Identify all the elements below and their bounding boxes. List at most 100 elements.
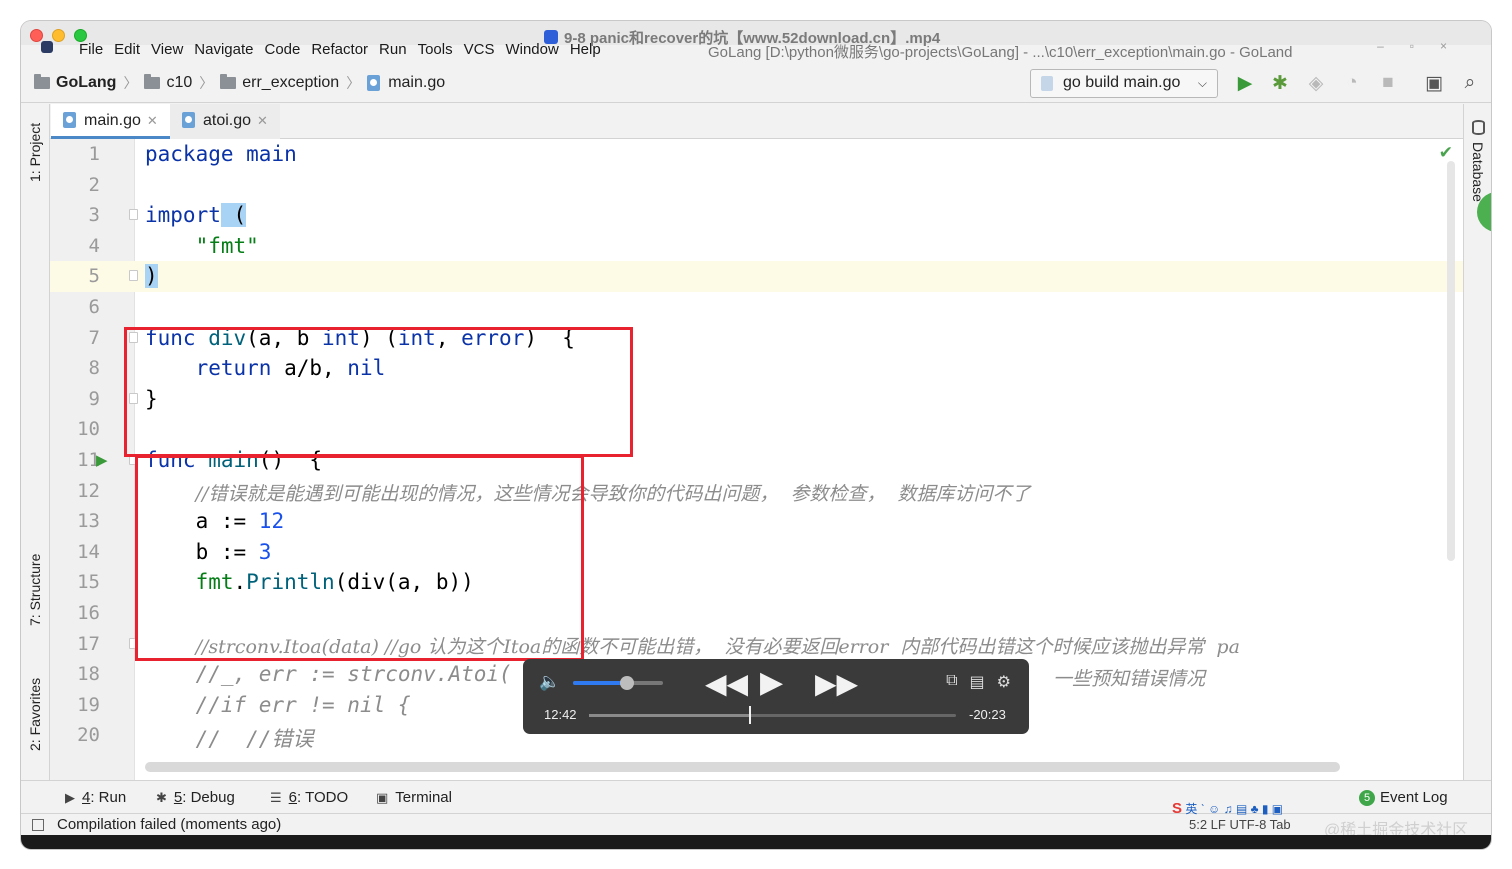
tool-tab-database[interactable]: Database — [1470, 142, 1486, 202]
tool-tab-terminal[interactable]: ▣ Terminal — [376, 789, 452, 806]
menu-navigate[interactable]: Navigate — [193, 41, 254, 58]
seek-bar[interactable] — [589, 706, 956, 724]
menu-file[interactable]: File — [78, 41, 104, 58]
debug-bug-icon: ✱ — [156, 789, 167, 805]
menu-edit[interactable]: Edit — [113, 41, 141, 58]
playlist-icon[interactable]: ▤ — [970, 672, 985, 692]
annotation-box-div-func — [124, 327, 633, 457]
code-text: main — [233, 142, 297, 166]
profile-icon[interactable]: ◔ — [1341, 72, 1363, 94]
rewind-icon[interactable]: ◀◀ — [705, 667, 748, 700]
code-comment: //if err != nil { — [195, 692, 411, 717]
status-message: Compilation failed (moments ago) — [57, 816, 282, 833]
folder-icon — [144, 74, 161, 89]
breadcrumb-project[interactable]: GoLang — [56, 74, 116, 92]
vertical-scrollbar[interactable] — [1447, 161, 1455, 561]
play-icon[interactable]: ▶ — [760, 665, 783, 700]
line-number: 1 — [88, 143, 100, 165]
annotation-box-main-func — [135, 455, 584, 661]
code-keyword: package — [145, 142, 234, 166]
code-string: "fmt" — [195, 233, 259, 258]
volume-icon[interactable]: 🔈 — [539, 672, 560, 692]
video-file-icon — [544, 30, 558, 44]
tool-tab-project[interactable]: 1: Project — [27, 123, 43, 182]
terminal-icon: ▣ — [376, 789, 389, 805]
code-comment: 一些预知错误情况 — [1053, 668, 1206, 691]
breadcrumb-folder-c10[interactable]: c10 — [166, 74, 192, 92]
tool-tab-project-label: 1: Project — [27, 122, 43, 182]
search-icon[interactable]: ⌕ — [1459, 72, 1481, 94]
code-line: 4 "fmt" — [50, 231, 1463, 262]
event-count-badge: 5 — [1359, 789, 1375, 806]
video-title: 9-8 panic和recover的坑【www.52download.cn】.m… — [544, 27, 940, 48]
tool-tab-todo[interactable]: ☰ 6: TODO — [270, 789, 348, 806]
run-icon: ▶ — [65, 789, 75, 805]
toggle-tool-windows-icon[interactable] — [32, 819, 44, 831]
menu-tools[interactable]: Tools — [417, 41, 454, 58]
volume-knob[interactable] — [620, 676, 634, 690]
run-icon[interactable]: ▶ — [1234, 72, 1256, 94]
breadcrumb-folder-err-exception[interactable]: err_exception — [242, 74, 339, 92]
database-icon — [1472, 120, 1485, 135]
line-number: 6 — [88, 296, 100, 318]
seek-handle[interactable] — [749, 706, 752, 724]
menu-view[interactable]: View — [150, 41, 184, 58]
line-number: 13 — [77, 510, 100, 533]
video-bottom-edge — [21, 835, 1491, 849]
fast-forward-icon[interactable]: ▶▶ — [815, 667, 858, 700]
run-configuration-select[interactable]: go build main.go ⌵ — [1030, 69, 1218, 98]
close-icon[interactable]: ✕ — [147, 113, 158, 129]
horizontal-scrollbar[interactable] — [145, 762, 1340, 772]
fold-marker-icon[interactable] — [129, 209, 138, 221]
input-method-toolbar[interactable]: S 英 ˋ ☺ ♫ ▤ ♣ ▮ ▣ — [1172, 800, 1283, 817]
line-number: 20 — [77, 724, 100, 747]
inspection-ok-icon[interactable]: ✔ — [1439, 143, 1453, 163]
menu-refactor[interactable]: Refactor — [310, 41, 369, 58]
go-file-icon — [63, 112, 76, 128]
code-comment: // //错误 — [195, 727, 314, 752]
tool-tab-debug-key: 5 — [173, 789, 183, 806]
tool-tab-structure-label: 7: Structure — [27, 553, 43, 626]
right-tool-strip: Database — [1463, 104, 1491, 780]
go-file-icon — [367, 75, 381, 91]
project-structure-icon[interactable]: ▣ — [1423, 72, 1445, 94]
settings-gear-icon[interactable]: ⚙ — [997, 672, 1011, 692]
line-number: 16 — [77, 602, 100, 624]
run-gutter-icon[interactable]: ▶ — [96, 451, 108, 469]
menu-vcs[interactable]: VCS — [463, 41, 496, 58]
editor-tab-label: main.go — [84, 112, 141, 129]
tool-tab-database-label: Database — [1470, 142, 1486, 202]
navigation-bar: GoLang 〉 c10 〉 err_exception 〉 main.go g… — [21, 63, 1491, 103]
tool-tab-structure[interactable]: 7: Structure — [27, 554, 43, 626]
breadcrumb: GoLang 〉 c10 〉 err_exception 〉 main.go — [34, 73, 445, 93]
volume-slider[interactable] — [573, 676, 663, 690]
run-with-coverage-icon[interactable]: ◈ — [1305, 72, 1327, 94]
tool-tab-terminal-label: Terminal — [395, 789, 452, 806]
menu-code[interactable]: Code — [263, 41, 301, 58]
chevron-right-icon: 〉 — [199, 75, 214, 91]
editor-tab-atoi-go[interactable]: atoi.go ✕ — [170, 104, 280, 139]
breadcrumb-file[interactable]: main.go — [388, 74, 445, 92]
picture-in-picture-icon[interactable]: ⧉ — [946, 672, 957, 692]
close-icon[interactable]: ✕ — [257, 113, 268, 129]
window-controls: –▫× — [1377, 39, 1473, 53]
tool-tab-debug[interactable]: ✱ 5: Debug — [156, 789, 235, 806]
stop-icon[interactable]: ■ — [1377, 72, 1399, 94]
sogou-ime-icon: S — [1172, 800, 1183, 817]
fold-marker-icon[interactable] — [129, 270, 138, 282]
go-config-icon — [1041, 76, 1053, 91]
tool-tab-favorites[interactable]: 2: Favorites — [27, 678, 43, 751]
status-right-info[interactable]: 5:2 LF UTF-8 Tab — [1189, 817, 1291, 832]
tool-tab-favorites-label: 2: Favorites — [27, 677, 43, 751]
editor-tab-main-go[interactable]: main.go ✕ — [51, 104, 170, 139]
tool-tab-debug-label: : Debug — [182, 789, 235, 806]
tool-tab-run-key: 4 — [82, 789, 91, 806]
tool-tab-run[interactable]: ▶ 4: Run — [65, 789, 126, 806]
debug-bug-icon[interactable]: ✱ — [1269, 72, 1291, 94]
tool-tab-todo-label: : TODO — [297, 789, 349, 806]
editor-tab-bar: main.go ✕ atoi.go ✕ — [50, 104, 1463, 139]
menu-run[interactable]: Run — [378, 41, 408, 58]
line-number: 7 — [88, 326, 100, 349]
line-number: 3 — [88, 204, 100, 227]
tool-tab-event-log[interactable]: 5 Event Log — [1359, 789, 1448, 806]
